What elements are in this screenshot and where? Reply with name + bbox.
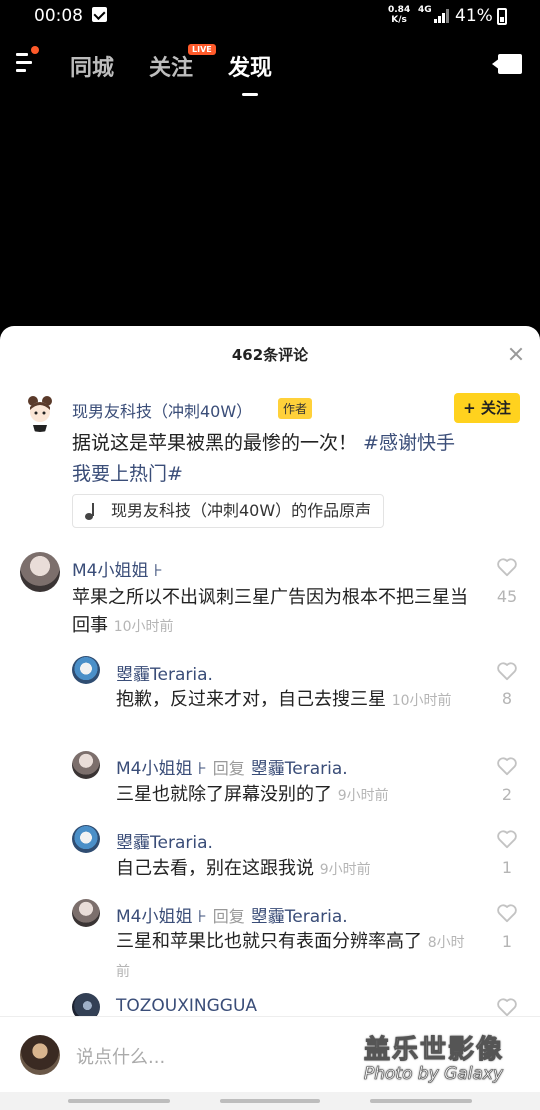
author-caption: 据说这是苹果被黑的最惨的一次！ #感谢快手我要上热门# bbox=[72, 428, 472, 490]
battery-icon bbox=[497, 8, 507, 25]
live-badge: LIVE bbox=[188, 44, 216, 55]
commenter-name[interactable]: 曌霾Teraria. bbox=[116, 828, 213, 853]
watermark-line1: 盖乐世影像 bbox=[364, 1035, 505, 1066]
system-nav-bar bbox=[0, 1092, 540, 1110]
reply-label: 回复 bbox=[212, 759, 245, 778]
watermark-line2: Photo by Galaxy bbox=[364, 1064, 504, 1085]
commenter-avatar[interactable] bbox=[20, 552, 60, 592]
like-count: 8 bbox=[501, 689, 513, 708]
network-type: 4G bbox=[418, 5, 432, 15]
reply-header: M4小姐姐 ⊦ 回复 曌霾Teraria. bbox=[116, 754, 348, 779]
like-count: 1 bbox=[501, 858, 513, 877]
checkbox-notification-icon bbox=[92, 7, 107, 22]
commenter-name[interactable]: TOZOUXINGGUA bbox=[116, 996, 257, 1016]
commenter-name[interactable]: M4小姐姐 ⊦ bbox=[116, 759, 207, 779]
like-heart-icon[interactable] bbox=[496, 997, 518, 1017]
tab-following[interactable]: 关注 bbox=[149, 50, 193, 82]
comment-panel: 462条评论 现男友科技（冲刺40W） 作者 + 关注 据说这是苹果被黑的最惨的… bbox=[0, 326, 540, 1110]
watermark: 盖乐世影像 Photo by Galaxy bbox=[364, 1029, 534, 1085]
comment-body[interactable]: 抱歉，反过来才对，自己去搜三星 10小时前 bbox=[116, 686, 468, 715]
author-avatar[interactable] bbox=[20, 392, 60, 432]
reply-to-name[interactable]: 曌霾Teraria. bbox=[251, 759, 348, 779]
comment-time: 10小时前 bbox=[113, 619, 174, 635]
music-note-icon bbox=[85, 503, 99, 521]
like-heart-icon[interactable] bbox=[496, 756, 518, 776]
comment-body[interactable]: 三星和苹果比也就只有表面分辨率高了 8小时前 bbox=[116, 928, 476, 986]
notification-dot bbox=[31, 46, 39, 54]
commenter-avatar[interactable] bbox=[72, 825, 100, 853]
comment-input[interactable]: 说点什么... bbox=[76, 1043, 165, 1069]
tab-nearby[interactable]: 同城 bbox=[70, 50, 114, 82]
nav-back-pill[interactable] bbox=[370, 1099, 472, 1103]
signal-bars-icon bbox=[434, 9, 449, 23]
comment-input-bar: 说点什么... 盖乐世影像 Photo by Galaxy bbox=[0, 1016, 540, 1092]
like-count: 2 bbox=[501, 785, 513, 804]
comment-time: 9小时前 bbox=[319, 862, 371, 878]
reply-label: 回复 bbox=[212, 907, 245, 926]
reply-header: M4小姐姐 ⊦ 回复 曌霾Teraria. bbox=[116, 902, 348, 927]
net-speed-value: 0.84 bbox=[388, 5, 411, 15]
comment-time: 9小时前 bbox=[337, 788, 389, 804]
music-title: 现男友科技（冲刺40W）的作品原声 bbox=[111, 501, 372, 520]
net-speed: 0.84 K/s bbox=[388, 5, 410, 25]
like-heart-icon[interactable] bbox=[496, 661, 518, 681]
comment-time: 10小时前 bbox=[391, 693, 452, 709]
my-avatar[interactable] bbox=[20, 1035, 60, 1075]
like-heart-icon[interactable] bbox=[496, 903, 518, 923]
commenter-avatar[interactable] bbox=[72, 751, 100, 779]
camera-icon[interactable] bbox=[492, 54, 522, 74]
comment-body[interactable]: 三星也就除了屏幕没别的了 9小时前 bbox=[116, 781, 468, 810]
tab-discover[interactable]: 发现 bbox=[228, 50, 272, 96]
like-heart-icon[interactable] bbox=[496, 829, 518, 849]
clock: 00:08 bbox=[34, 6, 83, 26]
comment-text: 抱歉，反过来才对，自己去搜三星 bbox=[116, 689, 386, 710]
battery-percent: 41% bbox=[455, 6, 493, 26]
comment-count-title: 462条评论 bbox=[231, 346, 309, 364]
nav-home-pill[interactable] bbox=[220, 1099, 320, 1103]
comment-text: 三星和苹果比也就只有表面分辨率高了 bbox=[116, 931, 422, 952]
comment-body[interactable]: 苹果之所以不出讽刺三星广告因为根本不把三星当回事 10小时前 bbox=[72, 584, 472, 641]
comment-text: 自己去看，别在这跟我说 bbox=[116, 858, 314, 879]
music-chip[interactable]: 现男友科技（冲刺40W）的作品原声 bbox=[72, 494, 385, 528]
top-nav: 同城 关注 LIVE 发现 bbox=[0, 40, 540, 96]
status-bar: 00:08 0.84 K/s 4G 41% bbox=[0, 0, 540, 34]
like-count: 45 bbox=[496, 587, 518, 606]
like-heart-icon[interactable] bbox=[496, 557, 518, 577]
like-count: 1 bbox=[501, 932, 513, 951]
author-name[interactable]: 现男友科技（冲刺40W） bbox=[72, 398, 252, 422]
reply-to-name[interactable]: 曌霾Teraria. bbox=[251, 907, 348, 927]
comment-text: 三星也就除了屏幕没别的了 bbox=[116, 784, 332, 805]
follow-button[interactable]: + 关注 bbox=[454, 393, 520, 423]
commenter-avatar[interactable] bbox=[72, 899, 100, 927]
commenter-name[interactable]: M4小姐姐 ⊦ bbox=[72, 556, 163, 581]
caption-text: 据说这是苹果被黑的最惨的一次！ bbox=[72, 432, 364, 454]
menu-icon[interactable] bbox=[16, 46, 39, 75]
author-badge: 作者 bbox=[278, 398, 313, 419]
nav-recents-pill[interactable] bbox=[68, 1099, 170, 1103]
commenter-name[interactable]: M4小姐姐 ⊦ bbox=[116, 907, 207, 927]
comment-body[interactable]: 自己去看，别在这跟我说 9小时前 bbox=[116, 855, 468, 884]
close-icon[interactable] bbox=[508, 346, 524, 362]
commenter-name[interactable]: 曌霾Teraria. bbox=[116, 660, 213, 685]
commenter-avatar[interactable] bbox=[72, 656, 100, 684]
net-speed-unit: K/s bbox=[391, 15, 407, 25]
